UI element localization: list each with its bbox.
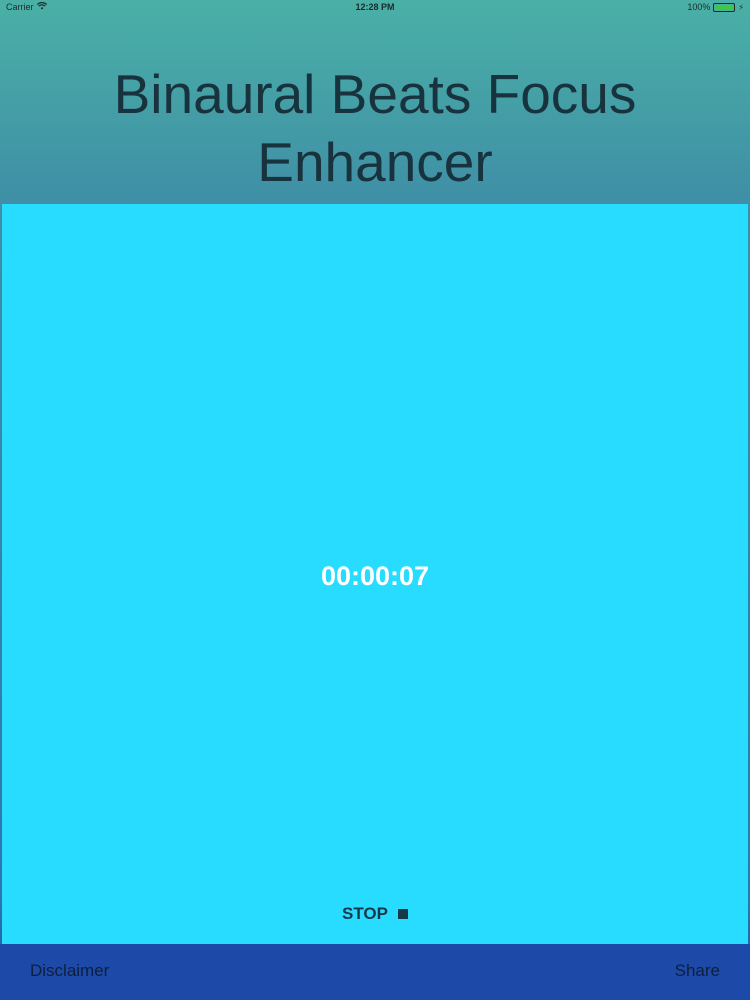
stop-button-label: STOP: [342, 904, 388, 923]
battery-fill: [715, 4, 734, 10]
status-time: 12:28 PM: [355, 2, 395, 12]
battery-icon: [713, 2, 736, 12]
stop-icon: [397, 909, 408, 919]
session-timer: 00:00:07: [320, 561, 430, 591]
disclaimer-link[interactable]: Disclaimer: [30, 961, 109, 981]
page-title: Binaural Beats Focus Enhancer: [113, 63, 637, 193]
status-right: 100% ⚡: [687, 2, 744, 12]
stop-button[interactable]: STOP: [2, 904, 748, 924]
charging-bolt-icon: ⚡: [738, 2, 744, 12]
status-bar: Carrier 12:28 PM 100% ⚡: [0, 0, 750, 16]
share-button[interactable]: Share: [675, 961, 720, 981]
session-panel: 00:00:07 STOP: [2, 204, 748, 944]
footer-bar: Disclaimer Share: [0, 944, 750, 1000]
battery-percent: 100%: [687, 2, 711, 12]
